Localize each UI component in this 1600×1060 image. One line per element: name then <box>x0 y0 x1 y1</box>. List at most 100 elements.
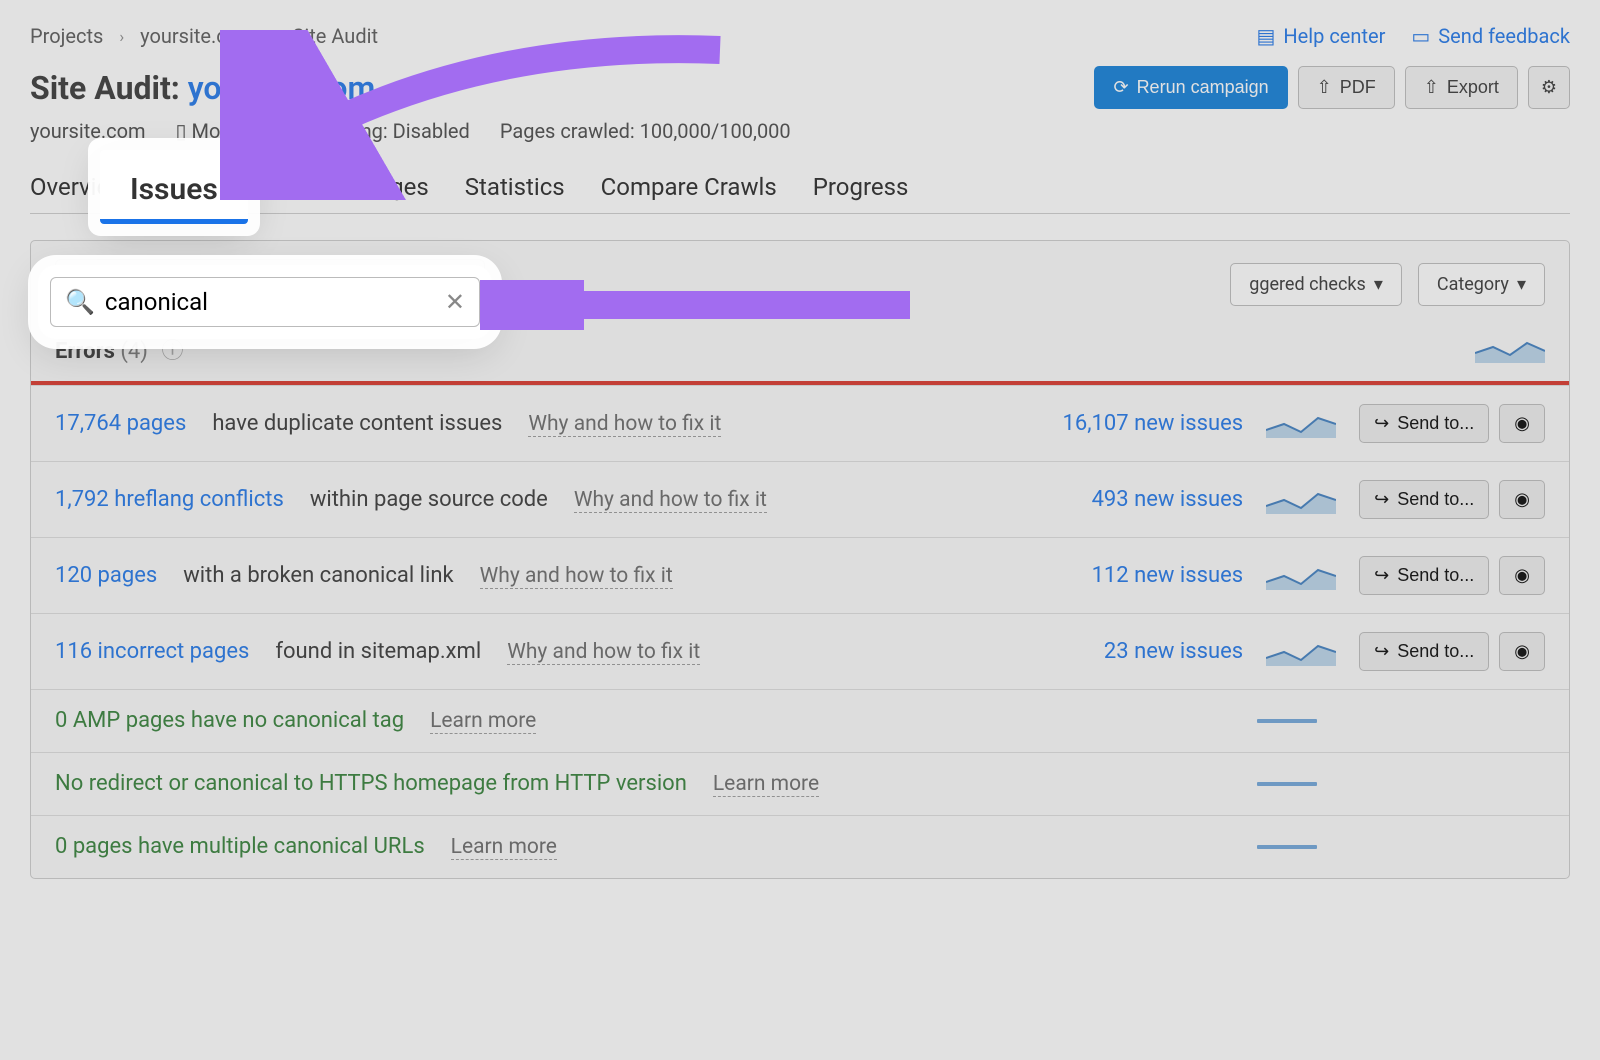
popout-search-input[interactable] <box>105 288 445 316</box>
issue-text: with a broken canonical link <box>183 563 453 588</box>
checks-filter[interactable]: ggered checks ▾ <box>1230 263 1402 306</box>
help-center-label: Help center <box>1283 24 1385 48</box>
new-issues[interactable]: 16,107 new issues <box>1033 411 1243 436</box>
issue-link[interactable]: 17,764 pages <box>55 411 186 436</box>
hide-button[interactable]: ◉ <box>1499 480 1545 519</box>
issue-desc: No redirect or canonical to HTTPS homepa… <box>55 771 1001 797</box>
export-label: Export <box>1447 77 1499 98</box>
issue-row: No redirect or canonical to HTTPS homepa… <box>31 752 1569 815</box>
issue-link[interactable]: 120 pages <box>55 563 157 588</box>
eye-icon: ◉ <box>1514 413 1530 434</box>
meta-domain: yoursite.com <box>30 119 146 143</box>
issue-helper[interactable]: Learn more <box>451 835 557 860</box>
eye-icon: ◉ <box>1514 565 1530 586</box>
errors-title-text: Errors <box>55 339 115 364</box>
issue-row: 0 AMP pages have no canonical tag Learn m… <box>31 689 1569 752</box>
pdf-button[interactable]: ⇧ PDF <box>1298 66 1395 109</box>
row-actions: ↪Send to... ◉ <box>1359 556 1545 595</box>
send-to-button[interactable]: ↪Send to... <box>1359 404 1489 443</box>
issue-helper[interactable]: Why and how to fix it <box>480 564 673 589</box>
popout-search-box[interactable]: 🔍 ✕ <box>50 277 480 327</box>
hide-button[interactable]: ◉ <box>1499 556 1545 595</box>
errors-count: (4) <box>120 339 148 364</box>
issue-row: 1,792 hreflang conflicts within page sou… <box>31 461 1569 537</box>
issue-helper[interactable]: Learn more <box>430 709 536 734</box>
new-issues[interactable]: 23 new issues <box>1033 639 1243 664</box>
row-actions: ↪Send to... ◉ <box>1359 632 1545 671</box>
issue-text: 0 pages have multiple canonical URLs <box>55 834 425 859</box>
row-sparkline <box>1261 638 1341 666</box>
chevron-right-icon: › <box>119 27 124 46</box>
issue-helper[interactable]: Why and how to fix it <box>507 640 700 665</box>
tabs: Overview Issues Crawled Pages Statistics… <box>30 173 1570 214</box>
category-label: Category <box>1437 274 1509 295</box>
new-issues[interactable]: 493 new issues <box>1033 487 1243 512</box>
issue-desc: 17,764 pages have duplicate content issu… <box>55 411 1015 437</box>
issue-desc: 0 AMP pages have no canonical tag Learn m… <box>55 708 1001 734</box>
clear-icon[interactable]: ✕ <box>445 288 465 316</box>
row-sparkline <box>1247 845 1327 849</box>
export-button[interactable]: ⇧ Export <box>1405 66 1518 109</box>
tab-crawled[interactable]: Crawled Pages <box>270 173 429 201</box>
issue-helper[interactable]: Learn more <box>713 772 819 797</box>
help-center-link[interactable]: ▤ Help center <box>1257 24 1386 48</box>
category-filter[interactable]: Category ▾ <box>1418 263 1545 306</box>
pdf-label: PDF <box>1340 77 1376 98</box>
hide-button[interactable]: ◉ <box>1499 404 1545 443</box>
mobile-icon: ▯ <box>176 119 187 143</box>
hide-button[interactable]: ◉ <box>1499 632 1545 671</box>
search-icon: 🔍 <box>65 288 95 316</box>
issue-desc: 116 incorrect pages found in sitemap.xml… <box>55 639 1015 665</box>
issue-desc: 1,792 hreflang conflicts within page sou… <box>55 487 1015 513</box>
popout-search: 🔍 ✕ <box>38 265 492 339</box>
row-sparkline <box>1247 719 1327 723</box>
issue-link[interactable]: 116 incorrect pages <box>55 639 249 664</box>
send-feedback-label: Send feedback <box>1438 24 1570 48</box>
meta-mobile-label: Mobile <box>192 119 252 143</box>
eye-icon: ◉ <box>1514 641 1530 662</box>
settings-button[interactable]: ⚙ <box>1528 66 1570 109</box>
crumb-page[interactable]: Site Audit <box>293 24 379 48</box>
issue-helper[interactable]: Why and how to fix it <box>528 412 721 437</box>
tab-progress[interactable]: Progress <box>813 173 909 201</box>
title-row: Site Audit: yoursite.com ⟳ Rerun campaig… <box>30 66 1570 109</box>
issue-text: have duplicate content issues <box>212 411 502 436</box>
tab-statistics[interactable]: Statistics <box>465 173 565 201</box>
issue-row: 17,764 pages have duplicate content issu… <box>31 385 1569 461</box>
row-sparkline <box>1261 486 1341 514</box>
title-prefix: Site Audit: <box>30 69 180 107</box>
issue-row: 120 pages with a broken canonical link Wh… <box>31 537 1569 613</box>
meta-rendering: S rendering: Disabled <box>282 119 470 143</box>
issue-row: 116 incorrect pages found in sitemap.xml… <box>31 613 1569 689</box>
eye-icon: ◉ <box>1514 489 1530 510</box>
row-sparkline <box>1261 562 1341 590</box>
share-icon: ↪ <box>1374 413 1389 434</box>
upload-icon: ⇧ <box>1424 77 1439 98</box>
tab-compare[interactable]: Compare Crawls <box>601 173 777 201</box>
issue-link[interactable]: 1,792 hreflang conflicts <box>55 487 284 512</box>
rerun-button[interactable]: ⟳ Rerun campaign <box>1094 66 1287 109</box>
meta-mobile: ▯ Mobile <box>176 119 252 143</box>
issue-text: found in sitemap.xml <box>275 639 481 664</box>
issue-text: 0 AMP pages have no canonical tag <box>55 708 404 733</box>
chevron-down-icon: ▾ <box>1517 274 1526 295</box>
crumb-site[interactable]: yoursite.com <box>140 24 256 48</box>
issue-row: 0 pages have multiple canonical URLs Lear… <box>31 815 1569 878</box>
chat-icon: ▭ <box>1411 24 1430 48</box>
row-actions: ↪Send to... ◉ <box>1359 404 1545 443</box>
book-icon: ▤ <box>1257 24 1276 48</box>
send-to-button[interactable]: ↪Send to... <box>1359 632 1489 671</box>
share-icon: ↪ <box>1374 641 1389 662</box>
issue-helper[interactable]: Why and how to fix it <box>574 488 767 513</box>
info-icon[interactable]: ⓘ <box>161 339 183 364</box>
send-to-button[interactable]: ↪Send to... <box>1359 556 1489 595</box>
crumb-projects[interactable]: Projects <box>30 24 103 48</box>
refresh-icon: ⟳ <box>1113 77 1128 98</box>
rerun-label: Rerun campaign <box>1137 77 1269 98</box>
title-domain[interactable]: yoursite.com <box>188 69 376 107</box>
upload-icon: ⇧ <box>1317 77 1332 98</box>
row-sparkline <box>1261 410 1341 438</box>
send-to-button[interactable]: ↪Send to... <box>1359 480 1489 519</box>
send-feedback-link[interactable]: ▭ Send feedback <box>1411 24 1570 48</box>
new-issues[interactable]: 112 new issues <box>1033 563 1243 588</box>
